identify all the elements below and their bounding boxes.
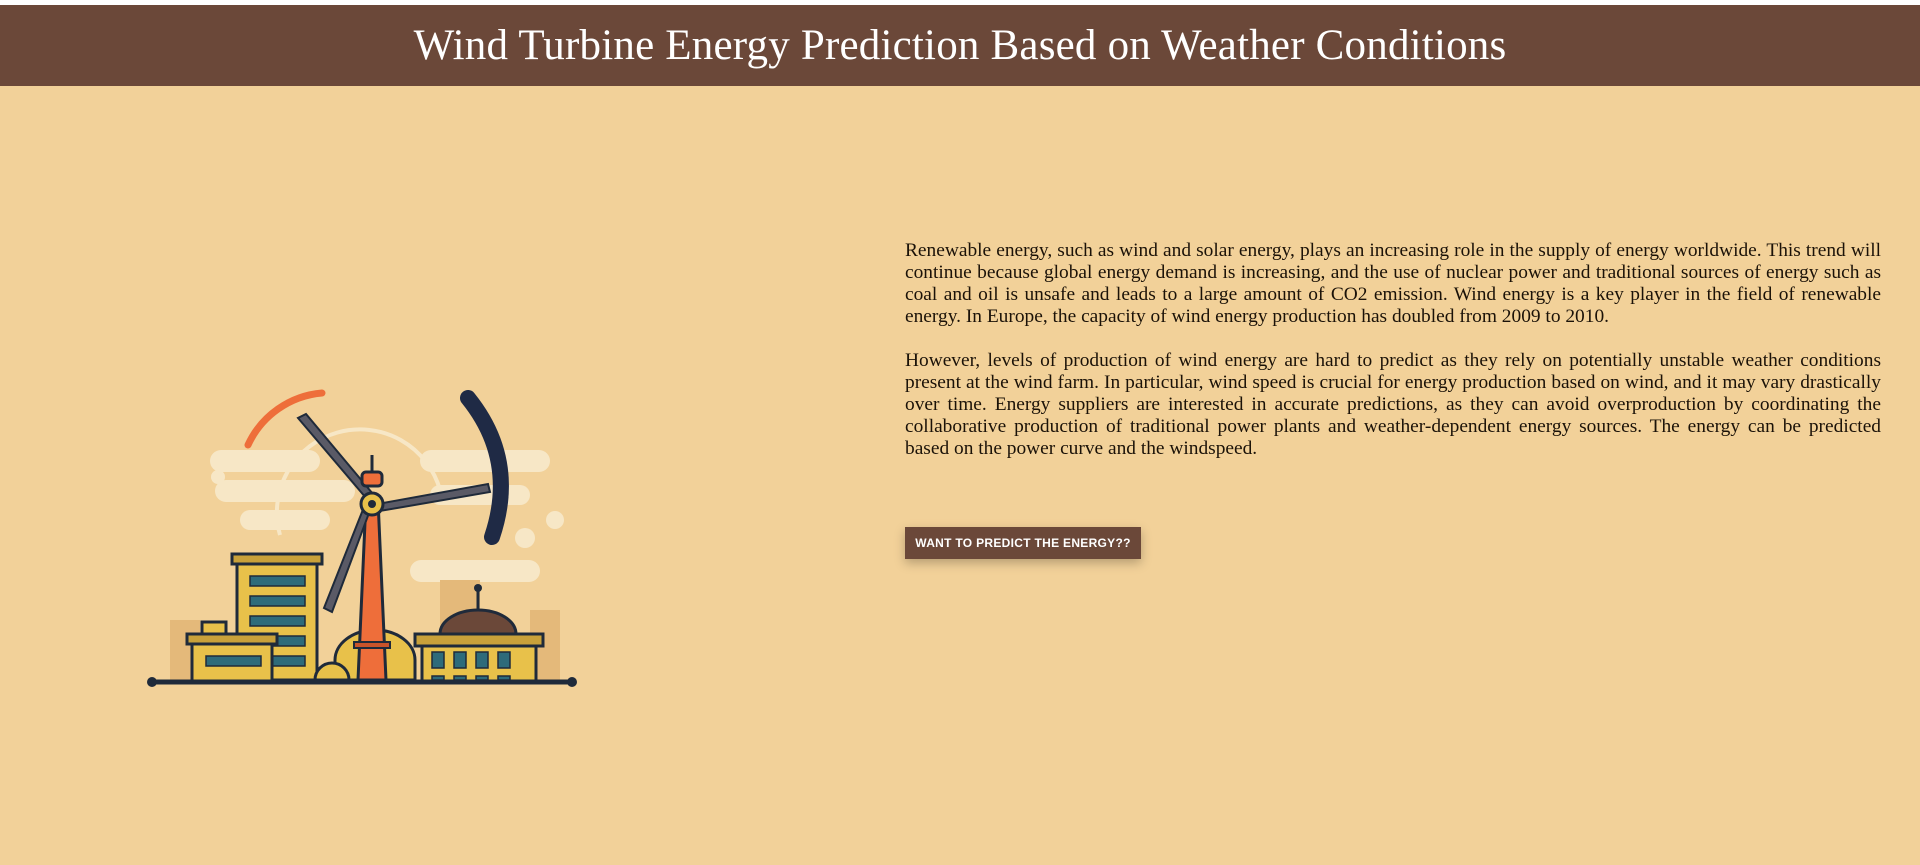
predict-energy-button[interactable]: WANT TO PREDICT THE ENERGY??: [905, 527, 1141, 559]
wind-turbine-city-illustration: [140, 380, 590, 730]
intro-paragraph-1: Renewable energy, such as wind and solar…: [905, 240, 1881, 327]
page-title: Wind Turbine Energy Prediction Based on …: [413, 22, 1507, 69]
intro-content: Renewable energy, such as wind and solar…: [905, 240, 1881, 482]
intro-paragraph-2: However, levels of production of wind en…: [905, 350, 1881, 459]
building-right: [413, 584, 545, 684]
page-header: Wind Turbine Energy Prediction Based on …: [0, 5, 1920, 86]
